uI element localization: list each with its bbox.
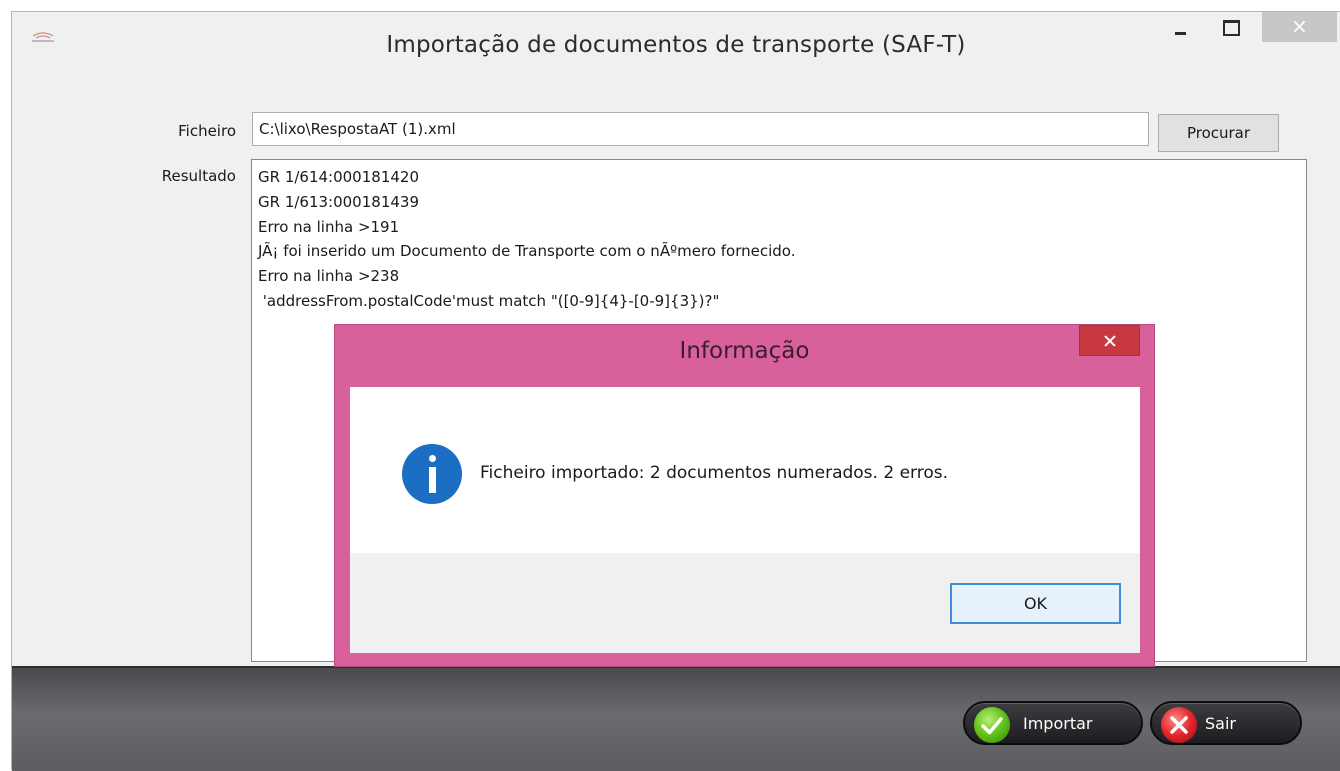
dialog-title: Informação [679,338,810,364]
result-line: 'addressFrom.postalCode'must match "([0-… [258,291,720,310]
window-title: Importação de documentos de transporte (… [386,32,966,58]
result-line: GR 1/614:000181420 [258,168,419,186]
file-path-input[interactable]: C:\lixo\RespostaAT (1).xml [252,112,1149,146]
dialog-footer: OK [350,553,1140,653]
info-dialog: Informação Ficheiro importado: 2 documen… [334,324,1155,667]
result-label: Resultado [161,167,236,185]
action-bar: Importar Sair [12,666,1340,771]
result-line: Erro na linha >191 [258,217,400,236]
maximize-icon[interactable] [1207,12,1255,42]
import-button[interactable]: Importar [963,701,1143,745]
browse-button[interactable]: Procurar [1158,114,1279,152]
close-icon[interactable]: × [1262,12,1337,42]
import-label: Importar [1023,714,1093,733]
ok-button[interactable]: OK [950,583,1121,624]
info-icon [402,444,462,504]
check-icon [974,707,1010,743]
minimize-icon[interactable] [1159,12,1207,42]
dialog-body: Ficheiro importado: 2 documentos numerad… [350,387,1140,553]
result-line: Erro na linha >238 [258,267,400,286]
exit-label: Sair [1205,714,1236,733]
file-label: Ficheiro [178,122,236,140]
x-icon [1161,707,1197,743]
dialog-message: Ficheiro importado: 2 documentos numerad… [480,463,948,483]
exit-button[interactable]: Sair [1150,701,1302,745]
close-icon[interactable] [1079,325,1140,356]
result-line: GR 1/613:000181439 [258,192,419,211]
result-line: JÃ¡ foi inserido um Documento de Transpo… [258,242,796,261]
title-bar[interactable]: Importação de documentos de transporte (… [12,12,1340,82]
